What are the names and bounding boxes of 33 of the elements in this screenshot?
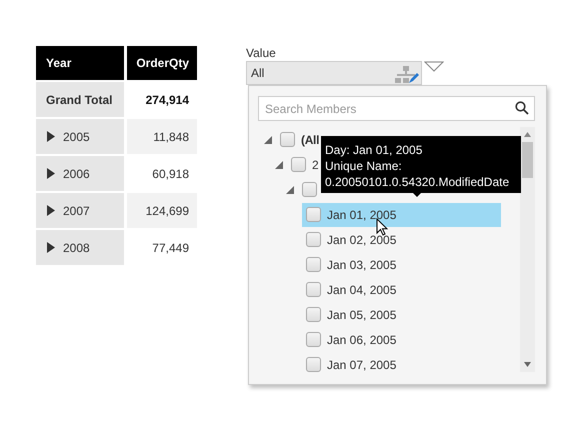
row-header: 2005 <box>63 130 90 144</box>
tree-row[interactable]: Jan 03, 2005 <box>302 252 501 276</box>
column-header: Year <box>36 46 124 80</box>
tooltip-text: 0.20050101.0.54320.ModifiedDate <box>325 174 510 190</box>
tooltip-text: Day: Jan 01, 2005 <box>325 142 424 158</box>
value-field[interactable]: All <box>246 61 422 85</box>
tree-row[interactable]: Jan 02, 2005 <box>302 228 501 252</box>
row-header: 2007 <box>63 204 90 218</box>
tooltip-text: Unique Name: <box>325 158 403 174</box>
tree-row[interactable]: Jan 05, 2005 <box>302 302 501 326</box>
table-cell: 11,848 <box>127 119 197 154</box>
tree-item[interactable]: Jan 02, 2005 <box>327 232 396 246</box>
tree-item[interactable]: Jan 05, 2005 <box>327 308 396 322</box>
tree-item[interactable]: (All <box>301 132 320 146</box>
tree-row[interactable]: 2 <box>289 152 319 176</box>
tree-item[interactable]: Jan 01, 2005 <box>327 208 396 222</box>
table-cell: 124,699 <box>127 193 197 228</box>
field-label: Value <box>246 46 277 61</box>
row-header: 2006 <box>63 166 90 180</box>
search-field[interactable]: Search Members <box>258 96 535 121</box>
tree-row[interactable]: Jan 04, 2005 <box>302 278 501 302</box>
row-header: Grand Total <box>36 82 124 117</box>
tree-item[interactable]: Jan 06, 2005 <box>327 332 396 346</box>
tree-row[interactable]: (All <box>278 128 320 152</box>
column-header: OrderQty <box>127 46 197 80</box>
tree-row[interactable]: Jan 06, 2005 <box>302 328 501 352</box>
tree-item[interactable]: Jan 03, 2005 <box>327 258 396 272</box>
row-header: 2008 <box>63 240 90 254</box>
tree-item[interactable]: Jan 04, 2005 <box>327 282 396 296</box>
tree-row[interactable]: Jan 01, 2005 <box>302 202 501 226</box>
tree-item[interactable]: 2 <box>312 158 319 172</box>
tree-row[interactable]: Jan 07, 2005 <box>302 352 501 376</box>
tree-item[interactable]: Jan 07, 2005 <box>327 358 396 372</box>
